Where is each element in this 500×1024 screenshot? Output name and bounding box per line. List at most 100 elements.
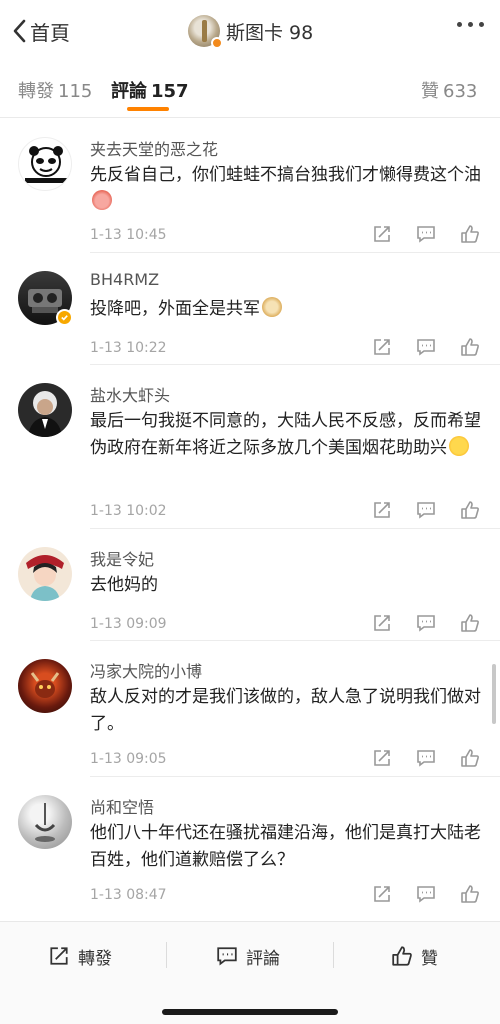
comment-text: 他们八十年代还在骚扰福建沿海，他们是真打大陆老百姓，他们道歉赔偿了么？: [90, 820, 488, 874]
comment-icon[interactable]: [416, 337, 436, 357]
dot-icon: [479, 22, 484, 27]
chevron-left-icon: [13, 19, 26, 43]
comment-username[interactable]: 我是令妃: [90, 546, 154, 570]
comment-text: 先反省自己，你们蛙蛙不搞台独我们才懒得费这个油: [90, 162, 488, 216]
like-icon[interactable]: [460, 224, 480, 244]
comment-body: 敌人反对的才是我们该做的，敌人急了说明我们做对了。: [90, 687, 481, 734]
comment-username[interactable]: 尚和空悟: [90, 794, 154, 818]
verified-badge-icon: [211, 37, 223, 49]
comment-username[interactable]: 盐水大虾头: [90, 382, 170, 406]
comment-label: 評論: [246, 948, 280, 969]
tab-count: 157: [151, 81, 189, 102]
author-title[interactable]: 斯图卡 98: [188, 14, 314, 49]
tab-comments[interactable]: 評論 157: [111, 77, 189, 103]
avatar[interactable]: [18, 137, 72, 191]
comment-username[interactable]: BH4RMZ: [90, 270, 159, 289]
comment-icon[interactable]: [416, 613, 436, 633]
comment-body: 他们八十年代还在骚扰福建沿海，他们是真打大陆老百姓，他们道歉赔偿了么？: [90, 823, 481, 870]
avatar[interactable]: [18, 659, 72, 713]
top-bar: 首頁 斯图卡 98: [0, 0, 500, 62]
tab-label: 評論: [111, 81, 147, 102]
share-icon[interactable]: [372, 748, 392, 768]
like-icon[interactable]: [460, 613, 480, 633]
comment-time: 1-13 08:47: [90, 887, 167, 903]
tab-label: 贊: [421, 81, 439, 102]
back-button[interactable]: 首頁: [12, 15, 70, 47]
scrollbar[interactable]: [492, 664, 496, 724]
author-avatar: [188, 15, 223, 49]
share-icon[interactable]: [372, 337, 392, 357]
comment-actions: [372, 613, 480, 633]
comment-item: BH4RMZ 投降吧，外面全是共军 1-13 10:22: [0, 253, 500, 365]
comment-body: 去他妈的: [90, 575, 158, 595]
like-icon[interactable]: [460, 748, 480, 768]
comment-body: 投降吧，外面全是共军: [90, 299, 260, 319]
dot-icon: [468, 22, 473, 27]
comment-item: 冯家大院的小博 敌人反对的才是我们该做的，敌人急了说明我们做对了。 1-13 0…: [0, 641, 500, 777]
comment-actions: [372, 884, 480, 904]
tab-likes[interactable]: 贊 633: [421, 77, 477, 103]
comment-item: 我是令妃 去他妈的 1-13 09:09: [0, 529, 500, 641]
comment-text: 去他妈的: [90, 572, 488, 599]
bottom-action-bar: 轉發 評論 贊: [0, 921, 500, 1024]
like-icon[interactable]: [460, 500, 480, 520]
share-icon[interactable]: [372, 884, 392, 904]
share-icon[interactable]: [372, 613, 392, 633]
comment-time: 1-13 09:09: [90, 616, 167, 632]
comment-actions: [372, 337, 480, 357]
comment-time: 1-13 10:45: [90, 227, 167, 243]
comment-icon[interactable]: [416, 884, 436, 904]
comment-text: 投降吧，外面全是共军: [90, 296, 488, 323]
pig-head-emoji: [92, 190, 112, 210]
more-options-button[interactable]: [457, 22, 484, 27]
comment-username[interactable]: 冯家大院的小博: [90, 658, 202, 682]
tab-reposts[interactable]: 轉發 115: [18, 77, 92, 103]
avatar[interactable]: [18, 383, 72, 437]
comment-body: 最后一句我挺不同意的，大陆人民不反感，反而希望伪政府在新年将近之际多放几个美国烟…: [90, 411, 481, 458]
share-icon[interactable]: [372, 500, 392, 520]
comment-time: 1-13 09:05: [90, 751, 167, 767]
comment-icon[interactable]: [416, 500, 436, 520]
comment-actions: [372, 224, 480, 244]
comment-text: 敌人反对的才是我们该做的，敌人急了说明我们做对了。: [90, 684, 488, 738]
back-label: 首頁: [30, 20, 70, 45]
like-label: 贊: [421, 948, 438, 969]
home-indicator[interactable]: [162, 1009, 338, 1015]
repost-button[interactable]: 轉發: [48, 938, 112, 974]
comment-icon[interactable]: [416, 748, 436, 768]
tab-bar: 轉發 115 評論 157 贊 633: [0, 62, 500, 118]
comment-time: 1-13 10:02: [90, 503, 167, 519]
comment-icon[interactable]: [416, 224, 436, 244]
divider: [166, 942, 167, 968]
comment-icon: [217, 947, 237, 966]
tab-count: 633: [443, 81, 478, 102]
comment-username[interactable]: 夹去天堂的恶之花: [90, 136, 218, 160]
tab-count: 115: [58, 81, 93, 102]
divider: [333, 942, 334, 968]
comment-item: 尚和空悟 他们八十年代还在骚扰福建沿海，他们是真打大陆老百姓，他们道歉赔偿了么？…: [0, 777, 500, 917]
like-icon[interactable]: [460, 884, 480, 904]
avatar[interactable]: [18, 547, 72, 601]
like-icon[interactable]: [460, 337, 480, 357]
comment-text: 最后一句我挺不同意的，大陆人民不反感，反而希望伪政府在新年将近之际多放几个美国烟…: [90, 408, 488, 462]
comment-actions: [372, 500, 480, 520]
avatar[interactable]: [18, 795, 72, 849]
comment-item: 夹去天堂的恶之花 先反省自己，你们蛙蛙不搞台独我们才懒得费这个油 1-13 10…: [0, 119, 500, 253]
comment-button[interactable]: 評論: [216, 938, 280, 974]
like-icon: [392, 946, 412, 966]
repost-label: 轉發: [78, 948, 112, 969]
share-icon: [50, 947, 68, 965]
tab-label: 轉發: [18, 81, 54, 102]
comment-body: 先反省自己，你们蛙蛙不搞台独我们才懒得费这个油: [90, 165, 481, 185]
comment-actions: [372, 748, 480, 768]
share-icon[interactable]: [372, 224, 392, 244]
like-button[interactable]: 贊: [391, 938, 438, 974]
page-title: 斯图卡 98: [226, 21, 314, 44]
tongue-wink-emoji: [449, 436, 469, 456]
comment-time: 1-13 10:22: [90, 340, 167, 356]
doge-emoji: [262, 297, 282, 317]
verified-badge-icon: [56, 309, 73, 326]
dot-icon: [457, 22, 462, 27]
active-tab-indicator: [127, 107, 169, 111]
comment-item: 盐水大虾头 最后一句我挺不同意的，大陆人民不反感，反而希望伪政府在新年将近之际多…: [0, 365, 500, 529]
